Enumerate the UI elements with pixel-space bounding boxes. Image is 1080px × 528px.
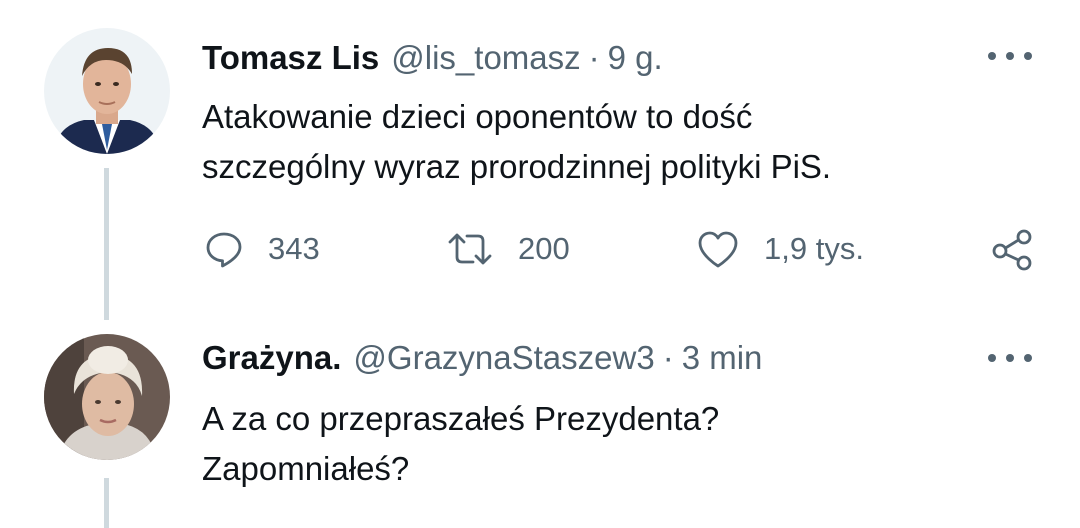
- separator-dot: ·: [588, 39, 600, 76]
- user-handle[interactable]: @GrazynaStaszew3: [353, 339, 654, 377]
- tweet-header: Tomasz Lis @lis_tomasz · 9 g.: [202, 38, 663, 78]
- avatar[interactable]: [44, 334, 170, 460]
- tweet-text-line: A za co przepraszałeś Prezydenta?: [202, 400, 720, 437]
- reply-button[interactable]: 343: [204, 226, 320, 272]
- like-button[interactable]: 1,9 tys.: [696, 226, 864, 272]
- user-handle[interactable]: @lis_tomasz: [391, 39, 580, 77]
- retweet-count: 200: [518, 231, 570, 266]
- tweet-text: Atakowanie dzieci oponentów to dość szcz…: [202, 92, 1022, 192]
- reply-icon: [206, 232, 242, 268]
- tweet-text-line: Atakowanie dzieci oponentów to dość: [202, 98, 753, 135]
- tweet-text-line: Zapomniałeś?: [202, 450, 410, 487]
- tweet-text-line: szczególny wyraz prorodzinnej polityki P…: [202, 148, 832, 185]
- tweet-thread: Tomasz Lis @lis_tomasz · 9 g. Atakowanie…: [0, 0, 1080, 528]
- retweet-icon: [448, 233, 492, 265]
- like-icon: [698, 231, 738, 268]
- thread-line: [104, 478, 109, 528]
- reply-count: 343: [268, 231, 320, 266]
- tweet-text: A za co przepraszałeś Prezydenta? Zapomn…: [202, 394, 1022, 494]
- tweet-actions: 343 200 1,9 tys.: [0, 226, 1080, 272]
- share-button[interactable]: [990, 226, 1034, 272]
- tweet-header: Grażyna. @GrazynaStaszew3 · 3 min: [202, 338, 762, 378]
- timestamp[interactable]: 3 min: [682, 339, 763, 377]
- avatar[interactable]: [44, 28, 170, 154]
- retweet-button[interactable]: 200: [446, 226, 570, 272]
- display-name[interactable]: Grażyna.: [202, 339, 341, 377]
- more-icon[interactable]: [988, 50, 1032, 62]
- display-name[interactable]: Tomasz Lis: [202, 39, 379, 77]
- more-icon[interactable]: [988, 352, 1032, 364]
- share-icon: [992, 229, 1032, 271]
- timestamp[interactable]: 9 g.: [608, 39, 663, 77]
- like-count: 1,9 tys.: [764, 231, 864, 266]
- separator-dot: ·: [662, 339, 674, 376]
